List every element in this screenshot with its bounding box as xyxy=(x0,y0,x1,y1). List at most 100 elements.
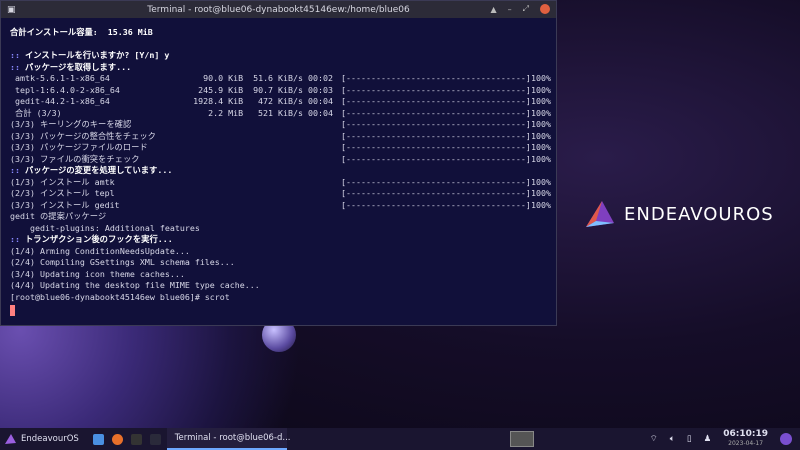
terminal-line: 合計 (3/3) xyxy=(10,108,62,119)
start-menu-button[interactable]: EndeavourOS xyxy=(0,428,83,450)
notification-icon[interactable]: ♟ xyxy=(704,434,712,444)
line-text: (3/3) インストール gedit xyxy=(10,199,120,210)
logo-text: ENDEAVOUROS xyxy=(624,203,774,225)
endeavouros-logo-icon xyxy=(586,201,614,227)
progress-bar: [------------------------------------] xyxy=(341,96,531,106)
terminal-window: ▣ Terminal - root@blue06-dynabookt45146e… xyxy=(0,0,557,326)
line-text: gedit の提案パッケージ xyxy=(10,211,107,221)
line-text: (3/3) キーリングのキーを確認 xyxy=(10,119,132,129)
terminal-line: (1/4) Arming ConditionNeedsUpdate... xyxy=(10,246,190,257)
progress-percent: 100% xyxy=(531,84,551,95)
terminal-line: (3/3) ファイルの衝突をチェック xyxy=(10,154,140,165)
progress-bar: [------------------------------------] xyxy=(341,73,531,83)
line-text: (2/4) Compiling GSettings XML schema fil… xyxy=(10,257,235,267)
line-text: トランザクション後のフックを実行... xyxy=(20,234,173,244)
terminal-line: (4/4) Updating the desktop file MIME typ… xyxy=(10,280,260,291)
progress-bar: [------------------------------------] xyxy=(341,119,531,129)
progress-bar: [------------------------------------] xyxy=(341,188,531,198)
terminal-line: :: トランザクション後のフックを実行... xyxy=(10,234,173,245)
terminal-line: (3/3) パッケージファイルのロード xyxy=(10,142,148,153)
line-text: [root@blue06-dynabookt45146ew blue06]# s… xyxy=(10,291,230,302)
terminal-line: (1/3) インストール amtk xyxy=(10,177,115,188)
endeavouros-icon xyxy=(5,434,16,444)
line-text: 合計インストール容量: 15.36 MiB xyxy=(10,27,153,37)
prompt-prefix: :: xyxy=(10,61,20,72)
task-label: Terminal - root@blue06-d... xyxy=(174,433,291,443)
user-menu-icon[interactable] xyxy=(780,433,792,445)
transfer-stats: 1928.4 KiB 472 KiB/s 00:04 xyxy=(193,96,333,106)
progress-bar: [------------------------------------] xyxy=(341,107,531,118)
terminal-line: gedit-plugins: Additional features xyxy=(10,223,200,234)
prompt-prefix: :: xyxy=(10,234,20,244)
prompt-prefix: :: xyxy=(10,50,20,60)
battery-icon[interactable]: ▯ xyxy=(687,434,692,444)
progress-bar: [------------------------------------] xyxy=(341,130,531,141)
progress-bar: [------------------------------------] xyxy=(341,199,531,210)
line-text: amtk-5.6.1-1-x86_64 xyxy=(10,73,110,83)
line-text: tepl-1:6.4.0-2-x86_64 xyxy=(10,84,120,95)
line-text: gedit-44.2-1-x86_64 xyxy=(10,96,110,106)
terminal-line: (2/3) インストール tepl xyxy=(10,188,115,199)
progress-bar: [------------------------------------] xyxy=(341,176,531,187)
maximize-button[interactable]: ⤢ xyxy=(523,4,529,14)
line-text: パッケージを取得します... xyxy=(20,61,132,72)
line-text: (2/3) インストール tepl xyxy=(10,188,115,198)
window-title: Terminal - root@blue06-dynabookt45146ew:… xyxy=(147,4,410,15)
volume-icon[interactable]: 🔈︎ xyxy=(670,434,675,444)
line-text: (1/3) インストール amtk xyxy=(10,176,115,187)
terminal-line: gedit の提案パッケージ xyxy=(10,211,106,222)
terminal-icon: ▣ xyxy=(7,4,16,15)
line-text: (3/3) ファイルの衝突をチェック xyxy=(10,153,140,164)
terminal-line: (3/3) インストール gedit xyxy=(10,200,120,211)
line-text: (4/4) Updating the desktop file MIME typ… xyxy=(10,280,260,290)
progress-percent: 100% xyxy=(531,176,551,187)
terminal-line: 合計インストール容量: 15.36 MiB xyxy=(10,27,153,38)
terminal-line: [root@blue06-dynabookt45146ew blue06]# s… xyxy=(10,292,230,303)
progress-bar: [------------------------------------] xyxy=(341,142,531,152)
progress-percent: 100% xyxy=(531,73,551,83)
title-bar[interactable]: ▣ Terminal - root@blue06-dynabookt45146e… xyxy=(1,1,556,18)
progress-bar: [------------------------------------] xyxy=(341,153,531,164)
progress-percent: 100% xyxy=(531,130,551,141)
shade-button[interactable]: ▲ xyxy=(490,5,496,14)
line-text: (3/3) パッケージの整合性をチェック xyxy=(10,130,156,141)
terminal-line: :: パッケージを取得します... xyxy=(10,62,131,73)
transfer-stats: 245.9 KiB 90.7 KiB/s 00:03 xyxy=(198,84,333,95)
terminal-line: :: パッケージの変更を処理しています... xyxy=(10,165,172,176)
endeavouros-logo: ENDEAVOUROS xyxy=(582,199,774,229)
progress-percent: 100% xyxy=(531,153,551,164)
terminal-line: tepl-1:6.4.0-2-x86_64 xyxy=(10,85,120,96)
terminal-line: (3/3) キーリングのキーを確認 xyxy=(10,119,131,130)
progress-bar: [------------------------------------] xyxy=(341,84,531,95)
line-text: gedit-plugins: Additional features xyxy=(10,222,200,233)
wifi-icon[interactable]: ⌔ xyxy=(650,434,658,444)
terminal-line: (3/3) パッケージの整合性をチェック xyxy=(10,131,156,142)
terminal-line: amtk-5.6.1-1-x86_64 xyxy=(10,73,110,84)
clock[interactable]: 06:10:19 2023-04-17 xyxy=(723,430,768,448)
transfer-stats: 90.0 KiB 51.6 KiB/s 00:02 xyxy=(203,73,333,83)
line-text: パッケージの変更を処理しています... xyxy=(20,165,173,175)
firefox-icon[interactable] xyxy=(111,433,123,445)
app-launcher-icon[interactable] xyxy=(149,433,161,445)
close-button[interactable] xyxy=(540,4,550,14)
progress-percent: 100% xyxy=(531,142,551,152)
line-text: (3/4) Updating icon theme caches... xyxy=(10,268,185,279)
text-cursor xyxy=(10,305,15,316)
progress-percent: 100% xyxy=(531,119,551,129)
progress-percent: 100% xyxy=(531,107,551,118)
minimize-button[interactable]: – xyxy=(508,5,512,14)
taskbar-item-terminal[interactable]: Terminal - root@blue06-d... xyxy=(166,428,291,450)
progress-percent: 100% xyxy=(531,96,551,106)
file-manager-icon[interactable] xyxy=(92,433,104,445)
start-label: EndeavourOS xyxy=(21,434,79,444)
taskbar: EndeavourOS Terminal - root@blue06-d... … xyxy=(0,428,800,450)
terminal-line: (2/4) Compiling GSettings XML schema fil… xyxy=(10,257,235,268)
clock-time: 06:10:19 xyxy=(723,429,768,439)
workspace-pager[interactable] xyxy=(510,431,534,447)
terminal-line: (3/4) Updating icon theme caches... xyxy=(10,269,185,280)
terminal-line: gedit-44.2-1-x86_64 xyxy=(10,96,110,107)
prompt-prefix: :: xyxy=(10,165,20,175)
line-text: (3/3) パッケージファイルのロード xyxy=(10,142,148,152)
terminal-launcher-icon[interactable] xyxy=(130,433,142,445)
transfer-stats: 2.2 MiB 521 KiB/s 00:04 xyxy=(208,107,333,118)
